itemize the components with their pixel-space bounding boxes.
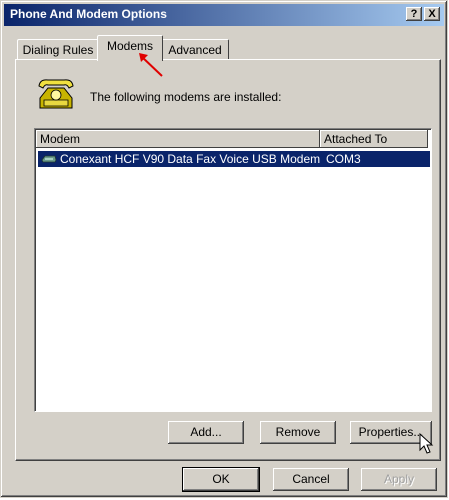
- list-item[interactable]: Conexant HCF V90 Data Fax Voice USB Mode…: [37, 150, 431, 168]
- annotation-arrow-icon: [139, 53, 163, 77]
- tab-dialing-rules[interactable]: Dialing Rules: [17, 39, 99, 60]
- phone-icon: [38, 79, 74, 109]
- column-header-modem[interactable]: Modem: [36, 130, 320, 148]
- close-icon[interactable]: X: [424, 7, 440, 21]
- mouse-cursor-icon: [419, 433, 434, 454]
- modem-port: COM3: [326, 152, 361, 166]
- ok-button[interactable]: OK: [183, 468, 259, 491]
- installed-modems-label: The following modems are installed:: [90, 90, 282, 104]
- remove-button[interactable]: Remove: [260, 421, 336, 444]
- window-title: Phone And Modem Options: [10, 7, 167, 21]
- cancel-button[interactable]: Cancel: [273, 468, 349, 491]
- tab-advanced[interactable]: Advanced: [161, 39, 229, 60]
- add-button[interactable]: Add...: [168, 421, 244, 444]
- modem-name: Conexant HCF V90 Data Fax Voice USB Mode…: [60, 152, 321, 166]
- help-icon[interactable]: ?: [406, 7, 422, 21]
- modems-tab-panel: The following modems are installed: Mode…: [15, 59, 441, 461]
- column-header-attached-to[interactable]: Attached To: [320, 130, 428, 148]
- phone-and-modem-options-dialog: Phone And Modem Options ? X Dialing Rule…: [0, 0, 448, 498]
- apply-button[interactable]: Apply: [361, 468, 437, 491]
- modem-list[interactable]: Modem Attached To Conexant HCF V90 Data …: [34, 128, 432, 412]
- modem-icon: [41, 155, 57, 163]
- title-bar[interactable]: Phone And Modem Options ? X: [4, 4, 444, 26]
